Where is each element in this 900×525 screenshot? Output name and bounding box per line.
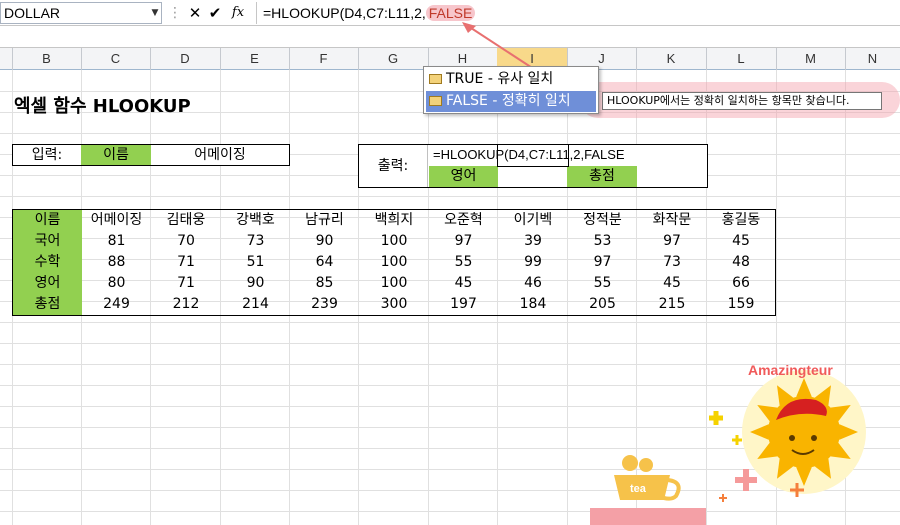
function-arg-icon [429,96,442,106]
pink-bar [590,508,706,525]
autocomplete-item-label: TRUE - 유사 일치 [446,71,554,87]
autocomplete-popup: TRUE - 유사 일치 FALSE - 정확히 일치 [423,66,599,114]
autocomplete-item[interactable]: TRUE - 유사 일치 [426,69,596,90]
annotation-arrowhead [462,22,476,33]
plus-icon-tiny [719,494,727,502]
cup-bubble-icon [622,455,638,471]
plus-icon-yellow [709,411,723,425]
logo-text: Amazingteur [748,362,833,378]
sun-eye-left [789,435,795,441]
plus-icon-pink [735,469,757,491]
branding-illustration: tea [590,370,866,525]
function-arg-icon [429,74,442,84]
cup-label: tea [630,483,647,495]
plus-icon-small [732,435,742,445]
sun-eye-right [811,435,817,441]
cup-bubble-icon [639,458,653,472]
autocomplete-item[interactable]: FALSE - 정확히 일치 [426,91,596,112]
autocomplete-item-label: FALSE - 정확히 일치 [446,93,571,109]
function-tooltip: HLOOKUP에서는 정확히 일치하는 항목만 찾습니다. [602,92,882,110]
